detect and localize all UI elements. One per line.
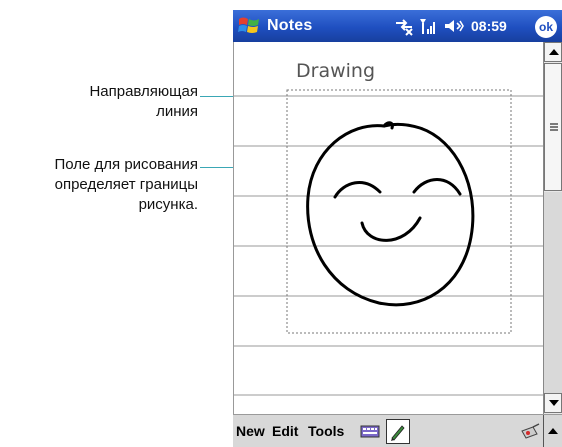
toolbar-divider bbox=[543, 415, 544, 447]
guide-lines bbox=[234, 95, 544, 396]
note-canvas[interactable]: Drawing bbox=[233, 42, 544, 414]
menu-edit[interactable]: Edit bbox=[272, 423, 298, 439]
vertical-scrollbar[interactable] bbox=[543, 42, 562, 414]
app-title: Notes bbox=[267, 17, 313, 34]
ok-button[interactable]: ok bbox=[535, 16, 557, 38]
scroll-down-button[interactable] bbox=[544, 393, 562, 413]
title-bar: Notes 08:59 ok bbox=[233, 10, 562, 42]
pocket-pc-screen: Notes 08:59 ok Drawing New Edit Tools bbox=[233, 10, 562, 447]
callout-guide-line: Направляющая линия bbox=[89, 82, 198, 122]
callout-line-2: линия bbox=[156, 103, 198, 120]
signal-bars-icon[interactable] bbox=[418, 16, 438, 36]
smiley-face-drawing bbox=[306, 121, 475, 307]
windows-flag-icon[interactable] bbox=[237, 15, 263, 37]
keyboard-icon[interactable] bbox=[360, 424, 380, 439]
menu-new[interactable]: New bbox=[236, 423, 265, 439]
scroll-up-button[interactable] bbox=[544, 42, 562, 62]
drawing-box bbox=[286, 89, 512, 334]
connectivity-x-icon[interactable] bbox=[393, 16, 415, 36]
callout-line-2: определяет границы bbox=[54, 176, 198, 193]
pen-icon[interactable] bbox=[386, 419, 410, 444]
recorder-icon[interactable] bbox=[519, 423, 541, 441]
input-panel-arrow-icon[interactable] bbox=[546, 424, 560, 438]
speaker-icon[interactable] bbox=[442, 16, 466, 36]
clock[interactable]: 08:59 bbox=[471, 18, 507, 34]
callout-drawing-box: Поле для рисования определяет границы ри… bbox=[54, 155, 198, 215]
note-drawing-layer[interactable] bbox=[234, 42, 544, 414]
grip-icon bbox=[550, 123, 558, 131]
callout-line-1: Направляющая bbox=[89, 83, 198, 100]
triangle-down-icon bbox=[549, 400, 559, 406]
menu-tools[interactable]: Tools bbox=[308, 423, 344, 439]
bottom-toolbar: New Edit Tools bbox=[233, 414, 562, 447]
triangle-up-icon bbox=[549, 49, 559, 55]
callout-line-3: рисунка. bbox=[138, 196, 198, 213]
callout-line-1: Поле для рисования bbox=[54, 156, 198, 173]
scroll-track[interactable] bbox=[544, 192, 562, 393]
scroll-thumb[interactable] bbox=[544, 63, 562, 191]
